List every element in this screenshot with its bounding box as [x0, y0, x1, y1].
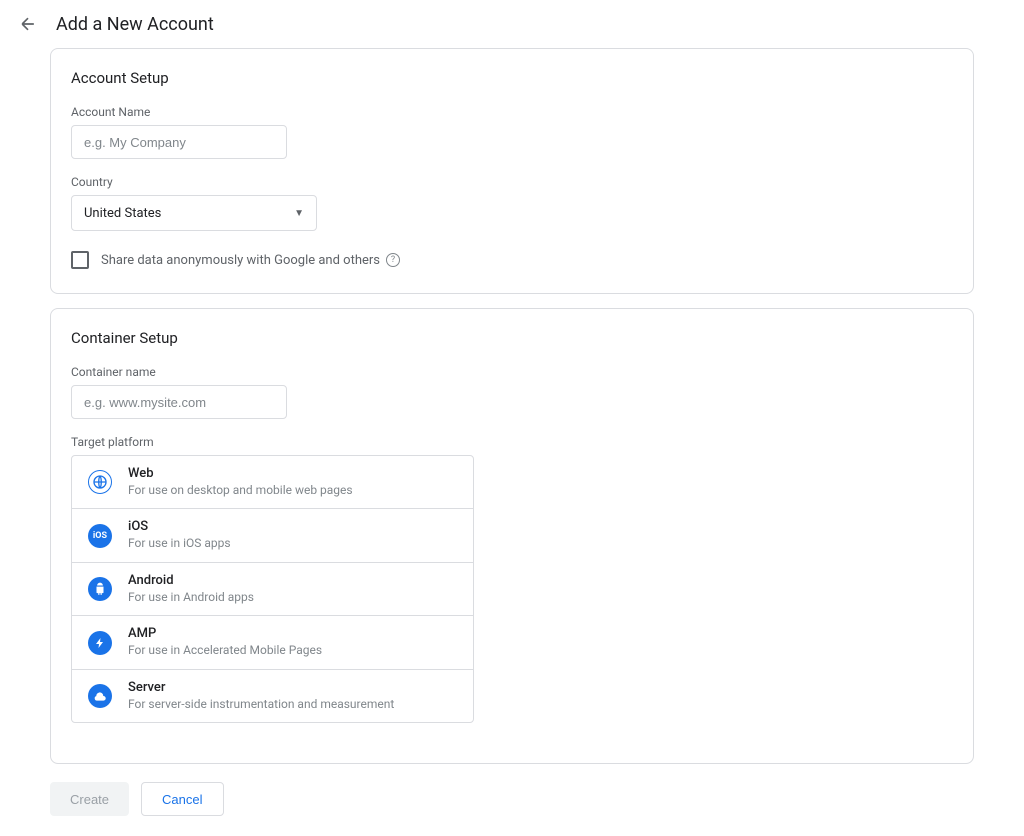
platform-option-ios[interactable]: iOS iOS For use in iOS apps: [72, 509, 473, 562]
amp-icon: [88, 631, 112, 655]
create-button[interactable]: Create: [50, 782, 129, 816]
back-arrow-icon[interactable]: [16, 12, 40, 36]
country-field: Country United States ▼: [71, 175, 953, 231]
ios-icon: iOS: [88, 524, 112, 548]
platform-option-android[interactable]: Android For use in Android apps: [72, 563, 473, 616]
share-data-row: Share data anonymously with Google and o…: [71, 251, 953, 269]
platform-option-amp[interactable]: AMP For use in Accelerated Mobile Pages: [72, 616, 473, 669]
share-data-label: Share data anonymously with Google and o…: [101, 253, 400, 268]
page-title: Add a New Account: [56, 14, 214, 35]
account-setup-title: Account Setup: [71, 69, 953, 87]
chevron-down-icon: ▼: [294, 208, 304, 219]
container-setup-card: Container Setup Container name Target pl…: [50, 308, 974, 764]
target-platform-field: Target platform Web For use on desktop a…: [71, 435, 953, 723]
platform-desc: For use on desktop and mobile web pages: [128, 483, 353, 499]
platform-title: Android: [128, 573, 254, 590]
server-icon: [88, 684, 112, 708]
country-select[interactable]: United States ▼: [71, 195, 317, 231]
platform-desc: For server-side instrumentation and meas…: [128, 697, 394, 713]
android-icon: [88, 577, 112, 601]
account-name-input[interactable]: [71, 125, 287, 159]
target-platform-label: Target platform: [71, 435, 953, 449]
country-value: United States: [84, 206, 161, 221]
platform-list: Web For use on desktop and mobile web pa…: [71, 455, 474, 723]
container-name-field: Container name: [71, 365, 953, 419]
container-setup-title: Container Setup: [71, 329, 953, 347]
container-name-input[interactable]: [71, 385, 287, 419]
country-label: Country: [71, 175, 953, 189]
platform-desc: For use in Android apps: [128, 590, 254, 606]
platform-desc: For use in Accelerated Mobile Pages: [128, 643, 322, 659]
platform-title: iOS: [128, 519, 231, 536]
page-header: Add a New Account: [0, 0, 1024, 48]
footer-actions: Create Cancel: [50, 778, 974, 836]
help-icon[interactable]: ?: [386, 253, 400, 267]
platform-title: AMP: [128, 626, 322, 643]
platform-option-server[interactable]: Server For server-side instrumentation a…: [72, 670, 473, 722]
platform-title: Web: [128, 466, 353, 483]
account-name-field: Account Name: [71, 105, 953, 159]
account-setup-card: Account Setup Account Name Country Unite…: [50, 48, 974, 294]
globe-icon: [88, 470, 112, 494]
account-name-label: Account Name: [71, 105, 953, 119]
container-name-label: Container name: [71, 365, 953, 379]
platform-option-web[interactable]: Web For use on desktop and mobile web pa…: [72, 456, 473, 509]
platform-title: Server: [128, 680, 394, 697]
share-data-checkbox[interactable]: [71, 251, 89, 269]
platform-desc: For use in iOS apps: [128, 536, 231, 552]
cancel-button[interactable]: Cancel: [141, 782, 223, 816]
